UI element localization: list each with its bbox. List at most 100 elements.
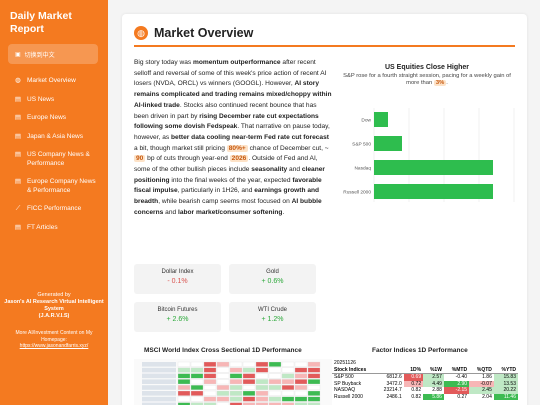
table-cell: 11.46	[493, 393, 518, 400]
heatmap-row-label	[142, 385, 176, 390]
heatmap-row-label	[142, 362, 176, 367]
stat-tile-bitcoin: Bitcoin Futures + 2.6%	[134, 302, 221, 332]
homepage-note: More AI/Investment Content on My Homepag…	[15, 330, 93, 343]
sidebar-item-ft-articles[interactable]: ▤ FT Articles	[0, 219, 108, 238]
heatmap-cell	[268, 390, 282, 396]
heatmap-cell	[229, 390, 243, 396]
tile-label: Gold	[266, 269, 279, 275]
heatmap-cell	[268, 367, 282, 373]
heatmap-cell	[294, 396, 308, 402]
sidebar-item-ficc-performance[interactable]: ⟋ FICC Performance	[0, 200, 108, 219]
heatmap-cell	[216, 390, 230, 396]
heatmap-cell	[190, 373, 204, 379]
article-bold: seasonality	[251, 166, 288, 174]
article-bold: momentum outperformance	[193, 59, 281, 66]
sidebar-item-label: FICC Performance	[27, 205, 82, 212]
heatmap-row-label	[142, 391, 176, 396]
heatmap-cell	[242, 379, 256, 385]
table-cell: Russell 2000	[334, 393, 363, 400]
language-toggle[interactable]: ▣ 切换到中文	[8, 44, 98, 64]
table-cell: S&P 500	[334, 374, 354, 380]
heatmap-cell	[229, 379, 243, 385]
sidebar-item-europe-company-news-performance[interactable]: ▤ Europe Company News & Performance	[0, 173, 108, 200]
homepage-link[interactable]: https://www.jasonandfarris.xyz/	[4, 343, 104, 350]
heatmap-cell	[242, 396, 256, 402]
sidebar-item-us-news[interactable]: ▤ US News	[0, 91, 108, 110]
heatmap-cell	[294, 373, 308, 379]
table-cell: 5.86	[423, 393, 444, 400]
heatmap-cell	[307, 396, 321, 402]
heatmap-cell	[190, 385, 204, 390]
sidebar-item-market-overview[interactable]: ◍ Market Overview	[0, 72, 108, 91]
table-header-cell: Stock Indices	[332, 366, 404, 374]
stat-tile-dollar: Dollar Index - 0.1%	[134, 264, 221, 294]
sidebar: Daily Market Report ▣ 切换到中文 ◍ Market Over…	[0, 0, 108, 405]
table-cell: -0.40	[455, 374, 468, 380]
globe-icon: ◍	[134, 26, 148, 40]
tile-label: Bitcoin Futures	[157, 307, 198, 313]
heatmap-cell	[281, 367, 295, 373]
sidebar-item-japan-asia-news[interactable]: ▤ Japan & Asia News	[0, 128, 108, 147]
sidebar-item-label: US Company News & Performance	[27, 151, 90, 167]
stat-tile-wti: WTI Crude + 1.2%	[229, 302, 316, 332]
sidebar-item-europe-news[interactable]: ▤ Europe News	[0, 109, 108, 128]
heatmap-cell	[281, 385, 295, 390]
tile-label: Dollar Index	[161, 269, 194, 275]
heatmap-cell	[229, 361, 243, 367]
heatmap-cell	[281, 361, 295, 367]
table-cell: 0.69	[403, 373, 424, 381]
bar	[374, 136, 402, 151]
heatmap-cell	[229, 373, 243, 379]
heatmap-cell	[281, 390, 295, 396]
card-header: ◍ Market Overview	[134, 26, 253, 40]
bar	[374, 112, 388, 127]
heatmap-cell	[203, 361, 217, 367]
equities-bar-chart: 0.65%0.70%0.75%0.80%0.85%DowS&P 500Nasda…	[343, 108, 515, 202]
heatmap-cell	[216, 373, 230, 379]
brand-title: Daily Market Report	[10, 10, 72, 35]
category-label: Russell 2000	[343, 189, 371, 195]
article-text: bp of cuts through year-end	[145, 155, 230, 163]
sidebar-item-label: Market Overview	[27, 77, 76, 84]
heatmap-cell	[203, 367, 217, 373]
heatmap-cell	[307, 390, 321, 396]
heatmap-cell	[242, 361, 256, 367]
article-bold: better data cooling near-term Fed rate c…	[171, 133, 329, 141]
heatmap-cell	[177, 361, 191, 367]
heatmap-cell	[216, 396, 230, 402]
table-cell: 2.57	[423, 373, 444, 381]
heatmap-cell	[216, 379, 230, 385]
category-label: Nasdaq	[354, 165, 371, 171]
sidebar-item-us-company-news-performance[interactable]: ▤ US Company News & Performance	[0, 146, 108, 173]
heatmap-cell	[268, 373, 282, 379]
heatmap-cell	[294, 385, 308, 390]
page-title: Market Overview	[154, 26, 254, 40]
heatmap-row-label	[142, 379, 176, 384]
article-text: and	[287, 166, 302, 174]
heatmap-cell	[255, 385, 269, 390]
msci-heatmap	[134, 359, 332, 405]
heatmap-cell	[190, 367, 204, 373]
heatmap-cell	[229, 367, 243, 373]
newspaper-icon: ▤	[14, 223, 22, 231]
heatmap-cell	[255, 373, 269, 379]
heatmap-row-label	[142, 396, 176, 402]
article-text: .	[282, 208, 285, 216]
table-cell: 0.82	[411, 393, 422, 400]
heatmap-row-label	[142, 367, 176, 373]
highlight-badge: 80%+	[226, 144, 248, 152]
heatmap-cell	[216, 361, 230, 367]
article-text: Big story today was	[134, 59, 194, 66]
heatmap-cell	[203, 373, 217, 379]
heatmap-cell	[281, 373, 295, 379]
heatmap-cell	[294, 379, 308, 385]
heatmap-cell	[242, 390, 256, 396]
overview-article: Big story today was momentum outperforma…	[134, 58, 332, 219]
tile-label: WTI Crude	[257, 307, 287, 313]
factor-title: Factor Indices 1D Performance	[372, 347, 468, 354]
sidebar-item-label: Europe News	[27, 114, 67, 121]
category-label: Dow	[361, 117, 371, 123]
highlight-badge: 90	[134, 155, 146, 163]
sidebar-item-label: FT Articles	[27, 223, 58, 231]
globe-icon: ◍	[15, 77, 21, 84]
